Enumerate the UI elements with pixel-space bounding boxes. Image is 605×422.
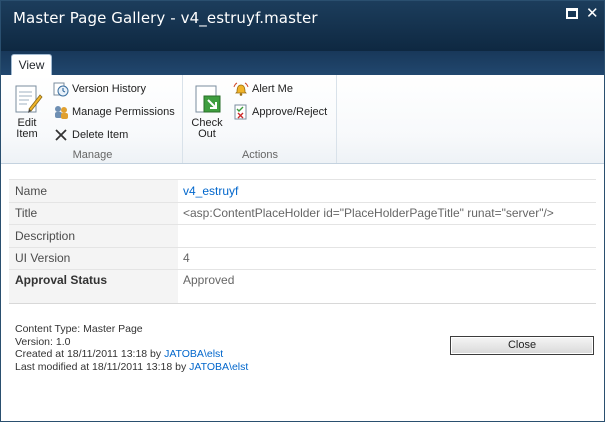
maximize-icon[interactable] [566,8,578,19]
ribbon-tab-row: View [1,51,604,76]
dialog-title: Master Page Gallery - v4_estruyf.master [13,9,318,27]
edit-item-icon [15,85,43,113]
check-out-icon [195,85,221,113]
item-metadata-footer: Content Type: Master Page Version: 1.0 C… [15,323,248,373]
close-button[interactable]: Close [450,336,594,355]
delete-icon [55,129,67,141]
edit-item-label-2: Item [16,128,38,140]
close-icon[interactable]: ✕ [586,6,599,21]
version-history-icon [53,82,69,97]
delete-item-button[interactable]: Delete Item [53,126,128,144]
property-label: UI Version [9,246,178,270]
manage-permissions-icon [55,106,68,119]
approve-reject-icon [234,104,247,120]
approve-reject-label: Approve/Reject [252,106,328,118]
property-value-name-link[interactable]: v4_estruyf [178,179,596,202]
property-label: Description [9,224,178,247]
manage-permissions-button[interactable]: Manage Permissions [53,103,175,121]
table-row: UI Version 4 [9,246,596,270]
edit-item-button[interactable]: Edit Item [9,83,45,140]
created-by-link[interactable]: JATOBA\elst [164,348,223,360]
alert-bell-icon [233,82,249,96]
version-history-label: Version History [72,83,146,95]
property-label: Approval Status [9,269,178,304]
alert-me-label: Alert Me [252,83,293,95]
manage-permissions-label: Manage Permissions [72,106,175,118]
content-type-text: Content Type: Master Page [15,323,143,335]
modified-text: Last modified at 18/11/2011 13:18 by [15,360,190,373]
property-value: 4 [178,246,596,270]
property-value: <asp:ContentPlaceHolder id="PlaceHolderP… [178,201,596,225]
version-text: Version: 1.0 [15,335,71,348]
ribbon: Edit Item Version History Manage Permiss… [1,75,604,164]
table-row: Description [9,224,596,247]
alert-me-button[interactable]: Alert Me [233,80,293,98]
check-out-button[interactable]: Check Out [188,83,226,140]
delete-item-label: Delete Item [72,129,129,141]
version-history-button[interactable]: Version History [53,80,146,98]
property-label: Title [9,201,178,225]
property-label: Name [9,179,178,202]
check-out-label-2: Out [198,128,216,140]
table-row: Title <asp:ContentPlaceHolder id="PlaceH… [9,201,596,225]
created-line: Created at 18/11/2011 13:18 by JATOBA\el… [15,348,248,361]
approve-reject-button[interactable]: Approve/Reject [233,103,327,121]
property-value-approval-status: Approved [178,269,596,304]
modified-line: Last modified at 18/11/2011 13:18 by JAT… [15,361,248,374]
ribbon-group-label-manage: Manage [72,149,113,161]
item-properties-table: Name v4_estruyf Title <asp:ContentPlaceH… [9,179,596,304]
ribbon-group-manage: Edit Item Version History Manage Permiss… [3,75,183,163]
ribbon-group-label-actions: Actions [241,149,279,161]
modified-by-link[interactable]: JATOBA\elst [189,361,248,373]
table-row: Approval Status Approved [9,269,596,304]
tab-view[interactable]: View [11,54,52,76]
ribbon-group-actions: Check Out Alert Me Approve/Reject Action… [184,75,337,163]
item-properties-dialog: Master Page Gallery - v4_estruyf.master … [0,0,605,422]
created-text: Created at 18/11/2011 13:18 by [15,348,165,360]
property-value [178,224,596,247]
table-row: Name v4_estruyf [9,179,596,202]
dialog-title-bar: Master Page Gallery - v4_estruyf.master … [1,1,604,51]
